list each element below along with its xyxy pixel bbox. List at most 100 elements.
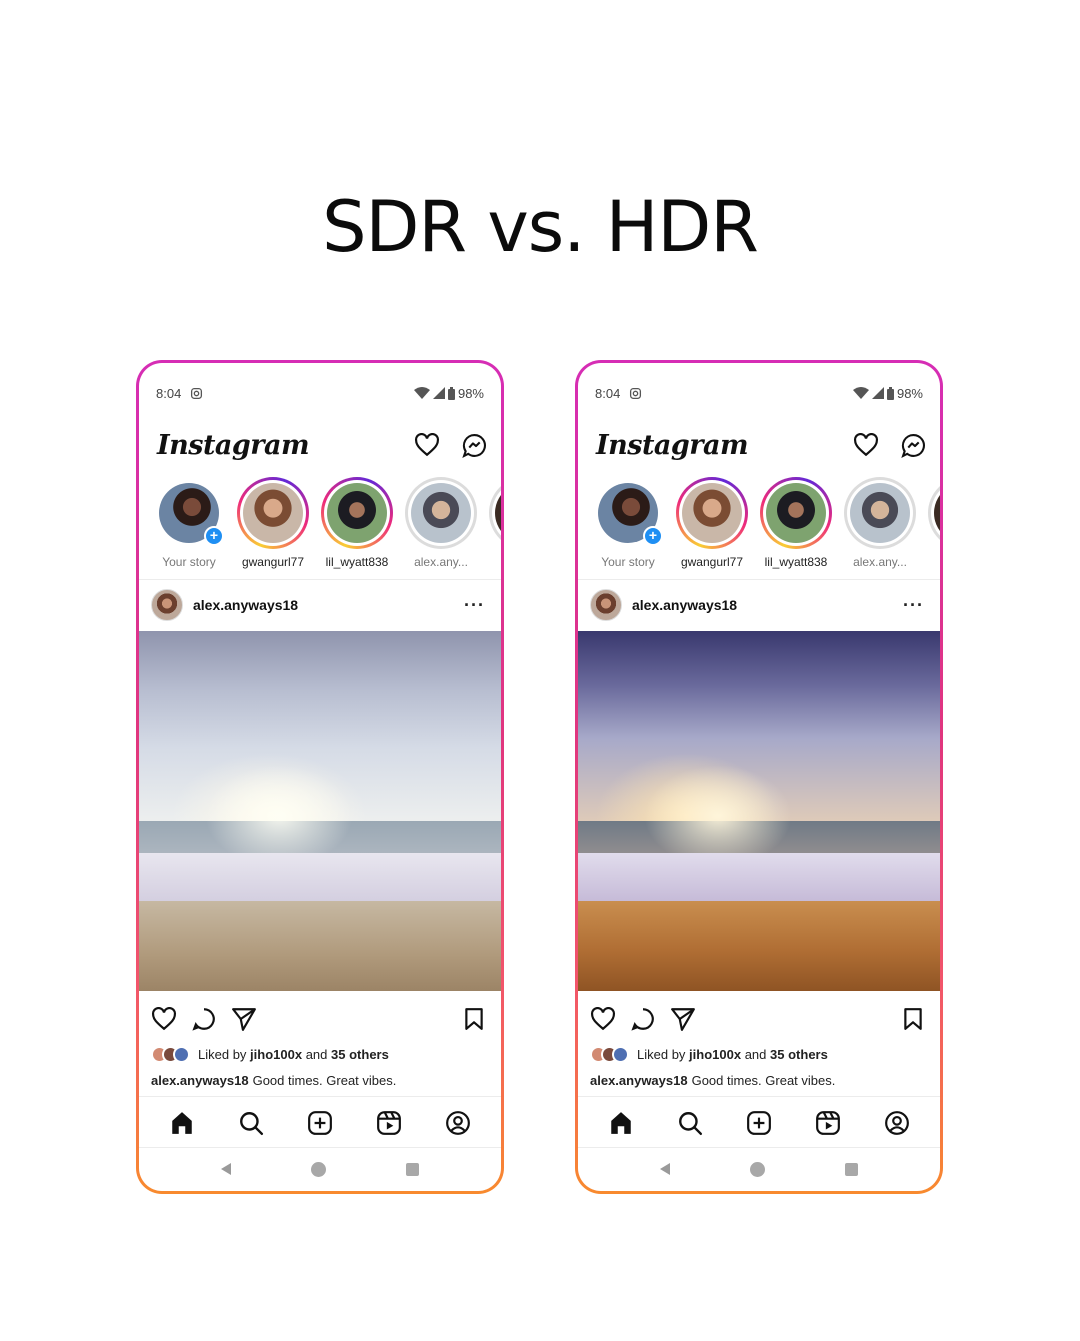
caption-text: Good times. Great vibes.: [691, 1072, 836, 1088]
share-icon[interactable]: [670, 1007, 696, 1031]
wifi-icon: [852, 387, 869, 399]
avatar: [411, 483, 471, 543]
story-item[interactable]: gwangurl77: [676, 477, 748, 577]
story-name: Your story: [162, 555, 216, 569]
avatar[interactable]: [590, 589, 622, 621]
likes-others[interactable]: 35 others: [331, 1047, 389, 1062]
home-icon[interactable]: [608, 1110, 634, 1136]
story-item[interactable]: mi: [928, 477, 940, 577]
post-image[interactable]: [139, 631, 501, 991]
post-username[interactable]: alex.anyways18: [632, 597, 737, 613]
share-icon[interactable]: [231, 1007, 257, 1031]
add-post-icon[interactable]: [746, 1110, 772, 1136]
bookmark-icon[interactable]: [902, 1007, 924, 1031]
story-name: alex.any...: [853, 555, 907, 569]
likes-summary[interactable]: Liked by jiho100x and 35 others: [151, 1043, 489, 1065]
story-item[interactable]: alex.any...: [844, 477, 916, 577]
recents-icon[interactable]: [845, 1162, 858, 1176]
heart-icon[interactable]: [414, 433, 440, 457]
instagram-logo[interactable]: Instagram: [596, 430, 749, 461]
back-icon[interactable]: [221, 1163, 231, 1175]
search-icon[interactable]: [677, 1110, 703, 1136]
messenger-icon[interactable]: [901, 433, 926, 458]
avatar: [682, 483, 742, 543]
post-header: alex.anyways18 ···: [590, 587, 924, 623]
avatar: [850, 483, 910, 543]
home-circle-icon[interactable]: [311, 1161, 326, 1177]
app-header: Instagram: [596, 423, 926, 467]
instagram-camera-icon: [629, 387, 642, 400]
wifi-icon: [413, 387, 430, 399]
home-icon[interactable]: [169, 1110, 195, 1136]
caption-username[interactable]: alex.anyways18: [151, 1073, 249, 1088]
more-options-icon[interactable]: ···: [903, 595, 924, 616]
story-name: lil_wyatt838: [325, 555, 389, 569]
likes-summary[interactable]: Liked by jiho100x and 35 others: [590, 1043, 928, 1065]
profile-icon[interactable]: [445, 1110, 471, 1136]
story-item[interactable]: gwangurl77: [237, 477, 309, 577]
caption-text: Good times. Great vibes.: [252, 1072, 397, 1088]
avatar: [243, 483, 303, 543]
home-circle-icon[interactable]: [750, 1161, 765, 1177]
likes-user[interactable]: jiho100x: [689, 1047, 741, 1062]
avatar: [173, 1045, 190, 1063]
phone-screen: 8:04 98% Instagram + Your story gwangurl…: [578, 363, 940, 1191]
avatar: [612, 1045, 629, 1063]
phone-sdr: 8:04 98% Instagram + Your story gwangurl…: [136, 360, 504, 1194]
avatar[interactable]: [151, 589, 183, 621]
divider: [139, 1096, 501, 1097]
comment-icon[interactable]: [191, 1006, 217, 1032]
battery-level: 98%: [896, 385, 923, 401]
add-post-icon[interactable]: [307, 1110, 333, 1136]
signal-icon: [432, 387, 445, 399]
post-image[interactable]: [578, 631, 940, 991]
search-icon[interactable]: [238, 1110, 264, 1136]
story-item[interactable]: alex.any...: [405, 477, 477, 577]
add-story-icon[interactable]: +: [204, 526, 224, 546]
add-story-icon[interactable]: +: [643, 526, 663, 546]
likes-others[interactable]: 35 others: [770, 1047, 828, 1062]
story-item[interactable]: + Your story: [153, 477, 225, 577]
divider: [139, 579, 501, 580]
likes-prefix: Liked by: [637, 1046, 686, 1062]
profile-icon[interactable]: [884, 1110, 910, 1136]
status-bar: 8:04 98%: [595, 383, 923, 403]
post-actions: [590, 1003, 924, 1035]
reels-icon[interactable]: [376, 1110, 402, 1136]
divider: [578, 1096, 940, 1097]
story-name: Your story: [601, 555, 655, 569]
heart-icon[interactable]: [590, 1007, 616, 1031]
post-username[interactable]: alex.anyways18: [193, 597, 298, 613]
battery-icon: [447, 386, 455, 400]
caption-username[interactable]: alex.anyways18: [590, 1073, 688, 1088]
story-item[interactable]: lil_wyatt838: [760, 477, 832, 577]
story-item[interactable]: lil_wyatt838: [321, 477, 393, 577]
divider: [578, 1147, 940, 1148]
status-bar: 8:04 98%: [156, 383, 484, 403]
messenger-icon[interactable]: [462, 433, 487, 458]
battery-level: 98%: [457, 385, 484, 401]
reels-icon[interactable]: [815, 1110, 841, 1136]
phone-screen: 8:04 98% Instagram + Your story gwangurl…: [139, 363, 501, 1191]
bookmark-icon[interactable]: [463, 1007, 485, 1031]
post-header: alex.anyways18 ···: [151, 587, 485, 623]
likes-middle: and: [744, 1046, 767, 1062]
avatar: [934, 483, 940, 543]
instagram-logo[interactable]: Instagram: [157, 430, 310, 461]
story-name: alex.any...: [414, 555, 468, 569]
avatar: [495, 483, 501, 543]
likes-user[interactable]: jiho100x: [250, 1047, 302, 1062]
back-icon[interactable]: [660, 1163, 670, 1175]
story-item[interactable]: mi: [489, 477, 501, 577]
heart-icon[interactable]: [151, 1007, 177, 1031]
bottom-tab-bar: [139, 1099, 501, 1147]
heart-icon[interactable]: [853, 433, 879, 457]
more-options-icon[interactable]: ···: [464, 595, 485, 616]
phone-hdr: 8:04 98% Instagram + Your story gwangurl…: [575, 360, 943, 1194]
bottom-tab-bar: [578, 1099, 940, 1147]
app-header: Instagram: [157, 423, 487, 467]
comment-icon[interactable]: [630, 1006, 656, 1032]
story-item[interactable]: + Your story: [592, 477, 664, 577]
battery-icon: [886, 386, 894, 400]
recents-icon[interactable]: [406, 1162, 419, 1176]
